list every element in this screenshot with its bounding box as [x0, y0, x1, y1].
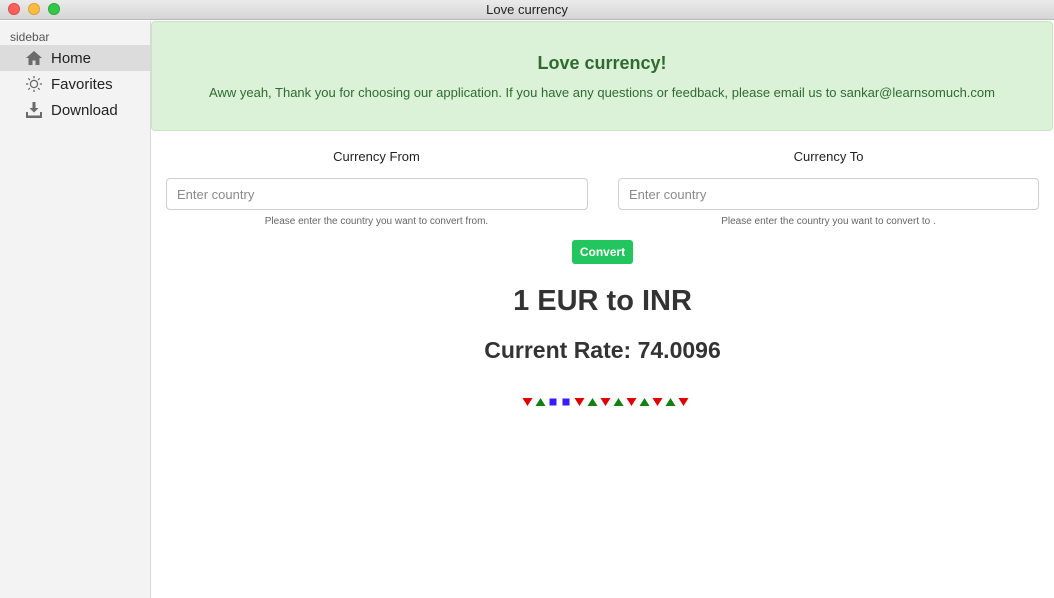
- trend-up-icon: [639, 397, 650, 407]
- sidebar-item-download[interactable]: Download: [0, 97, 150, 123]
- trend-down-icon: [626, 397, 637, 407]
- convert-button[interactable]: Convert: [572, 240, 633, 264]
- trend-up-icon: [613, 397, 624, 407]
- sidebar-item-favorites[interactable]: Favorites: [0, 71, 150, 97]
- currency-to-label: Currency To: [793, 149, 864, 164]
- trend-down-icon: [600, 397, 611, 407]
- sidebar-heading: sidebar: [10, 30, 50, 44]
- sidebar-item-home[interactable]: Home: [0, 45, 150, 71]
- main-content: Love currency! Aww yeah, Thank you for c…: [151, 21, 1054, 598]
- trend-flat-icon: [548, 397, 559, 407]
- sidebar-item-label: Download: [51, 101, 118, 119]
- home-icon: [25, 49, 43, 67]
- banner-message: Aww yeah, Thank you for choosing our app…: [209, 85, 995, 100]
- sidebar-item-label: Favorites: [51, 75, 113, 93]
- close-window-button[interactable]: [8, 3, 20, 15]
- sun-icon: [25, 75, 43, 93]
- trend-up-icon: [587, 397, 598, 407]
- rate-trend-strip: [522, 397, 689, 407]
- welcome-banner: Love currency! Aww yeah, Thank you for c…: [151, 21, 1053, 131]
- maximize-window-button[interactable]: [48, 3, 60, 15]
- trend-down-icon: [522, 397, 533, 407]
- sidebar-item-label: Home: [51, 49, 92, 67]
- minimize-window-button[interactable]: [28, 3, 40, 15]
- download-icon: [25, 101, 43, 119]
- currency-from-help: Please enter the country you want to con…: [264, 216, 489, 227]
- current-rate: Current Rate: 74.0096: [484, 337, 721, 363]
- title-bar: Love currency: [0, 0, 1054, 20]
- window-title: Love currency: [486, 2, 568, 17]
- trend-down-icon: [574, 397, 585, 407]
- currency-to-help: Please enter the country you want to con…: [721, 216, 936, 227]
- trend-up-icon: [665, 397, 676, 407]
- trend-down-icon: [678, 397, 689, 407]
- trend-down-icon: [652, 397, 663, 407]
- banner-title: Love currency!: [537, 53, 667, 73]
- trend-up-icon: [535, 397, 546, 407]
- currency-from-label: Currency From: [333, 149, 420, 164]
- sidebar: sidebar Home Favorites Download: [0, 21, 151, 598]
- app-window: Love currency sidebar Home Favorites Dow…: [0, 0, 1054, 598]
- conversion-pair: 1 EUR to INR: [513, 285, 692, 317]
- trend-flat-icon: [561, 397, 572, 407]
- currency-to-input[interactable]: [618, 178, 1039, 210]
- currency-from-input[interactable]: [166, 178, 588, 210]
